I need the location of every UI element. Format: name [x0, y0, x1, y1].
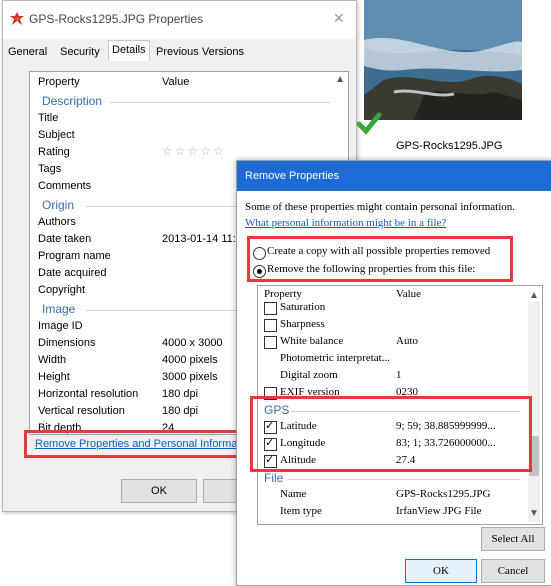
- detail-value: 4000 pixels: [162, 354, 218, 366]
- detail-value: 180 dpi: [162, 405, 199, 417]
- ok-button[interactable]: OK: [121, 479, 197, 503]
- select-all-button[interactable]: Select All: [481, 527, 545, 551]
- tab-general[interactable]: General: [5, 43, 50, 61]
- detail-label: Title: [38, 112, 59, 124]
- prop-label: White balance: [280, 335, 344, 347]
- scroll-down-icon[interactable]: ▼: [529, 508, 539, 519]
- thumbnail-filename: GPS-Rocks1295.JPG: [396, 140, 503, 152]
- detail-label: Copyright: [38, 284, 86, 296]
- checkbox-sharpness[interactable]: [264, 319, 277, 332]
- window-title: GPS-Rocks1295.JPG Properties: [29, 12, 204, 26]
- group-image: Image: [42, 302, 76, 316]
- detail-label: Program name: [38, 250, 111, 262]
- group-file: File: [264, 471, 284, 485]
- tab-security[interactable]: Security: [57, 43, 103, 61]
- prop-value: IrfanView JPG File: [396, 505, 482, 517]
- highlight-box-gps: [250, 396, 532, 472]
- photo-thumbnail: [364, 0, 522, 120]
- prop-label: Item type: [280, 505, 322, 517]
- detail-label: Height: [38, 371, 70, 383]
- scroll-up-icon[interactable]: ▲: [335, 74, 345, 85]
- detail-value: 4000 x 3000: [162, 337, 223, 349]
- detail-label: Dimensions: [38, 337, 96, 349]
- prop-value: GPS-Rocks1295.JPG: [396, 488, 491, 500]
- detail-value: 180 dpi: [162, 388, 199, 400]
- prop-label: Saturation: [280, 301, 326, 313]
- detail-label: Vertical resolution: [38, 405, 125, 417]
- personal-info-link[interactable]: What personal information might be in a …: [245, 217, 446, 229]
- prop-label: Sharpness: [280, 318, 325, 330]
- checkbox-white-balance[interactable]: [264, 336, 277, 349]
- file-thumbnail[interactable]: GPS-Rocks1295.JPG: [356, 0, 524, 152]
- detail-value: 3000 pixels: [162, 371, 218, 383]
- group-origin: Origin: [42, 198, 75, 212]
- tab-details[interactable]: Details: [108, 40, 150, 63]
- prop-value: Auto: [396, 335, 418, 347]
- column-header-value[interactable]: Value: [396, 288, 421, 300]
- detail-label: Comments: [38, 180, 92, 192]
- tab-bar: General Security Details Previous Versio…: [3, 39, 356, 63]
- group-description: Description: [42, 94, 103, 108]
- detail-label: Width: [38, 354, 67, 366]
- info-text: Some of these properties might contain p…: [245, 201, 516, 213]
- remove-properties-dialog: Remove Properties Some of these properti…: [236, 160, 551, 586]
- dialog-cancel-button[interactable]: Cancel: [481, 559, 545, 583]
- column-header-property[interactable]: Property: [38, 76, 80, 88]
- dialog-title: Remove Properties: [237, 161, 551, 191]
- prop-label: Digital zoom: [280, 369, 338, 381]
- close-icon[interactable]: ✕: [333, 10, 345, 27]
- highlight-box-options: [247, 236, 513, 282]
- detail-value: 2013-01-14 11:4: [162, 233, 242, 245]
- group-divider: [288, 479, 520, 480]
- rating-stars[interactable]: ☆☆☆☆☆: [162, 144, 226, 158]
- detail-label: Authors: [38, 216, 76, 228]
- checkmark-icon: [356, 112, 382, 135]
- detail-label: Image ID: [38, 320, 83, 332]
- detail-label: Rating: [38, 146, 70, 158]
- file-type-icon: [10, 12, 24, 25]
- checkbox-saturation[interactable]: [264, 302, 277, 315]
- dialog-ok-button[interactable]: OK: [405, 559, 477, 583]
- detail-label: Subject: [38, 129, 75, 141]
- group-divider: [110, 102, 330, 103]
- prop-label: Name: [280, 488, 307, 500]
- column-header-property[interactable]: Property: [264, 288, 302, 300]
- scroll-up-icon[interactable]: ▲: [529, 290, 539, 301]
- title-bar: GPS-Rocks1295.JPG Properties ✕: [3, 1, 356, 39]
- detail-label: Tags: [38, 163, 62, 175]
- detail-label: Date taken: [38, 233, 92, 245]
- detail-label: Date acquired: [38, 267, 107, 279]
- prop-value: 1: [396, 369, 402, 381]
- highlight-box-link: [24, 430, 244, 458]
- prop-label: Photometric interpretat...: [280, 352, 390, 364]
- detail-label: Horizontal resolution: [38, 388, 139, 400]
- tab-previous-versions[interactable]: Previous Versions: [153, 43, 247, 61]
- column-header-value[interactable]: Value: [162, 76, 189, 88]
